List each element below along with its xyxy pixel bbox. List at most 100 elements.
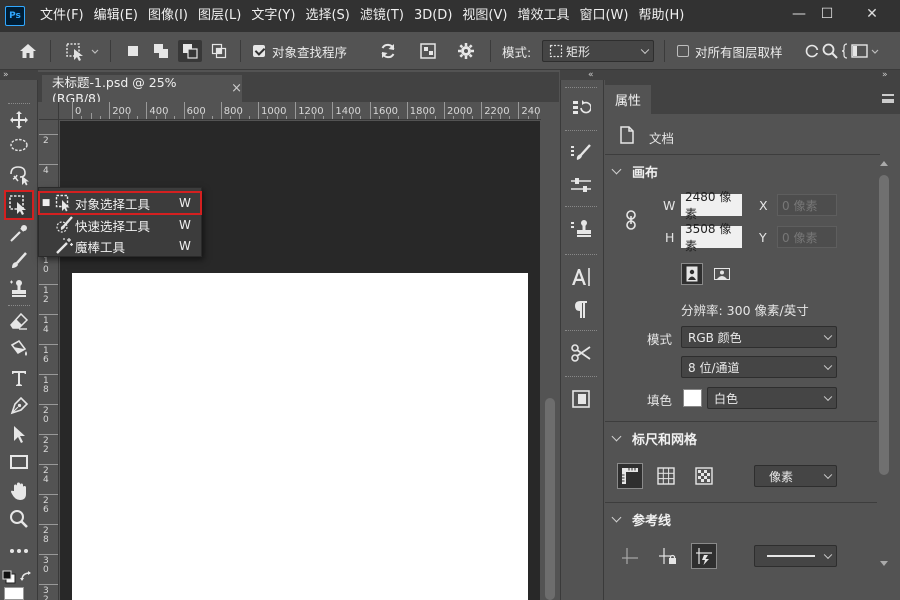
sample-all-layers-checkbox[interactable]	[676, 40, 690, 62]
default-colors-icon[interactable]	[2, 570, 16, 584]
eraser-tool-icon[interactable]	[6, 308, 32, 334]
flyout-item-magic-wand[interactable]: 魔棒工具 W	[39, 235, 201, 257]
zoom-tool-icon[interactable]	[6, 506, 32, 532]
menu-item[interactable]: 增效工具	[512, 0, 574, 32]
subtract-from-selection-icon[interactable]	[178, 40, 202, 62]
layer-comps-icon[interactable]	[568, 386, 594, 412]
flyout-item-quick-selection[interactable]: 快速选择工具 W	[39, 214, 201, 236]
ruler-units-dropdown[interactable]: 像素	[754, 465, 837, 487]
canvas-section-header[interactable]: 画布	[611, 162, 658, 181]
path-selection-tool-icon[interactable]	[6, 421, 32, 447]
menu-item[interactable]: 选择(S)	[300, 0, 354, 32]
menu-item[interactable]: 3D(D)	[409, 0, 457, 32]
show-guides-icon[interactable]	[617, 543, 643, 569]
horizontal-ruler[interactable]: 0 200 400 600 800 1000 1200 1400 1600 1800 2000 220…	[59, 102, 541, 120]
show-grid-icon[interactable]	[653, 463, 679, 489]
object-finder-checkbox[interactable]	[252, 40, 266, 62]
tool-preset-picker[interactable]	[62, 40, 102, 62]
menu-item[interactable]: 文字(Y)	[246, 0, 300, 32]
minimize-button[interactable]: —	[785, 0, 813, 28]
swap-colors-icon[interactable]	[20, 570, 34, 584]
more-tools-icon[interactable]	[6, 538, 32, 564]
settings-gear-icon[interactable]	[454, 40, 478, 62]
fill-dropdown[interactable]: 白色	[707, 387, 837, 409]
show-pixel-grid-icon[interactable]	[691, 463, 717, 489]
character-panel-icon[interactable]	[568, 264, 594, 290]
clone-stamp-tool-icon[interactable]	[6, 276, 32, 302]
tools-expand-icon[interactable]: »	[3, 70, 9, 80]
lasso-tool-icon[interactable]	[6, 134, 32, 160]
scroll-down-icon[interactable]	[880, 561, 888, 566]
clone-source-icon[interactable]	[568, 216, 594, 242]
guide-style-dropdown[interactable]	[754, 545, 837, 567]
scroll-up-icon[interactable]	[880, 161, 888, 166]
show-all-objects-icon[interactable]	[416, 40, 440, 62]
rectangle-tool-icon[interactable]	[6, 449, 32, 475]
portrait-orientation-button[interactable]	[681, 263, 703, 285]
panel-menu-icon[interactable]	[882, 94, 894, 103]
brush-settings-icon[interactable]	[568, 140, 594, 166]
width-field[interactable]: 2480 像素	[681, 190, 742, 221]
smart-guides-icon[interactable]	[691, 543, 717, 569]
canvas-vertical-scrollbar[interactable]	[541, 102, 559, 600]
menu-item[interactable]: 窗口(W)	[574, 0, 633, 32]
scrollbar-thumb[interactable]	[879, 175, 889, 475]
object-selection-tool-icon[interactable]	[4, 190, 34, 220]
curly-brace-icon[interactable]	[840, 40, 850, 62]
link-chain-icon[interactable]	[625, 210, 637, 233]
search-icon[interactable]	[821, 40, 839, 62]
home-icon[interactable]	[16, 40, 40, 62]
move-tool-icon[interactable]	[6, 107, 32, 133]
rulers-grid-section-header[interactable]: 标尺和网格	[611, 429, 697, 448]
panels-collapse-icon[interactable]: «	[588, 70, 594, 80]
lock-guides-icon[interactable]	[655, 543, 681, 569]
tool-presets-icon[interactable]	[568, 340, 594, 366]
scrollbar-thumb[interactable]	[545, 398, 555, 600]
show-rulers-icon[interactable]	[617, 463, 643, 489]
adjustments-sliders-icon[interactable]	[568, 172, 594, 198]
menu-item[interactable]: 帮助(H)	[633, 0, 689, 32]
pen-tool-icon[interactable]	[6, 393, 32, 419]
menu-item[interactable]: 视图(V)	[457, 0, 512, 32]
ruler-origin[interactable]	[39, 102, 59, 120]
landscape-orientation-button[interactable]	[711, 263, 733, 285]
x-field[interactable]: 0 像素	[777, 194, 837, 216]
close-tab-icon[interactable]: ×	[231, 81, 242, 96]
document-page[interactable]	[72, 273, 528, 600]
workspace-icon[interactable]	[851, 40, 879, 62]
ruler-tick-label: 2 4	[43, 466, 49, 485]
tab-properties[interactable]: 属性	[605, 85, 651, 114]
foreground-color-swatch[interactable]	[4, 587, 24, 600]
object-lasso-tool-icon[interactable]	[6, 162, 32, 188]
new-selection-icon[interactable]	[122, 40, 144, 62]
paragraph-panel-icon[interactable]	[568, 296, 594, 322]
mode-dropdown[interactable]: 矩形	[542, 40, 654, 62]
brush-tool-icon[interactable]	[6, 248, 32, 274]
panels-expand-icon[interactable]: »	[882, 70, 888, 80]
restore-button[interactable]: ☐	[813, 0, 841, 28]
close-button[interactable]: ✕	[858, 0, 886, 28]
history-panel-icon[interactable]	[568, 95, 594, 121]
document-tab[interactable]: 未标题-1.psd @ 25%(RGB/8) ×	[42, 75, 242, 106]
flyout-item-object-selection[interactable]: ■ 对象选择工具 W	[38, 191, 202, 215]
hand-tool-icon[interactable]	[6, 478, 32, 504]
refresh-icon[interactable]	[376, 40, 400, 62]
type-tool-icon[interactable]	[6, 365, 32, 391]
bit-depth-dropdown[interactable]: 8 位/通道	[681, 356, 837, 378]
fill-color-swatch[interactable]	[683, 389, 702, 407]
height-field[interactable]: 3508 像素	[681, 222, 742, 253]
color-mode-dropdown[interactable]: RGB 颜色	[681, 326, 837, 348]
object-subtract-icon[interactable]	[804, 40, 820, 62]
add-to-selection-icon[interactable]	[150, 40, 172, 62]
intersect-selection-icon[interactable]	[208, 40, 230, 62]
menu-item[interactable]: 文件(F)	[35, 0, 89, 32]
y-field[interactable]: 0 像素	[777, 226, 837, 248]
menu-item[interactable]: 图像(I)	[143, 0, 193, 32]
menu-item[interactable]: 滤镜(T)	[355, 0, 409, 32]
eyedropper-tool-icon[interactable]	[6, 220, 32, 246]
paint-bucket-tool-icon[interactable]	[6, 336, 32, 362]
properties-scrollbar[interactable]	[877, 157, 891, 577]
menu-item[interactable]: 图层(L)	[193, 0, 246, 32]
guides-section-header[interactable]: 参考线	[611, 510, 671, 529]
menu-item[interactable]: 编辑(E)	[89, 0, 143, 32]
